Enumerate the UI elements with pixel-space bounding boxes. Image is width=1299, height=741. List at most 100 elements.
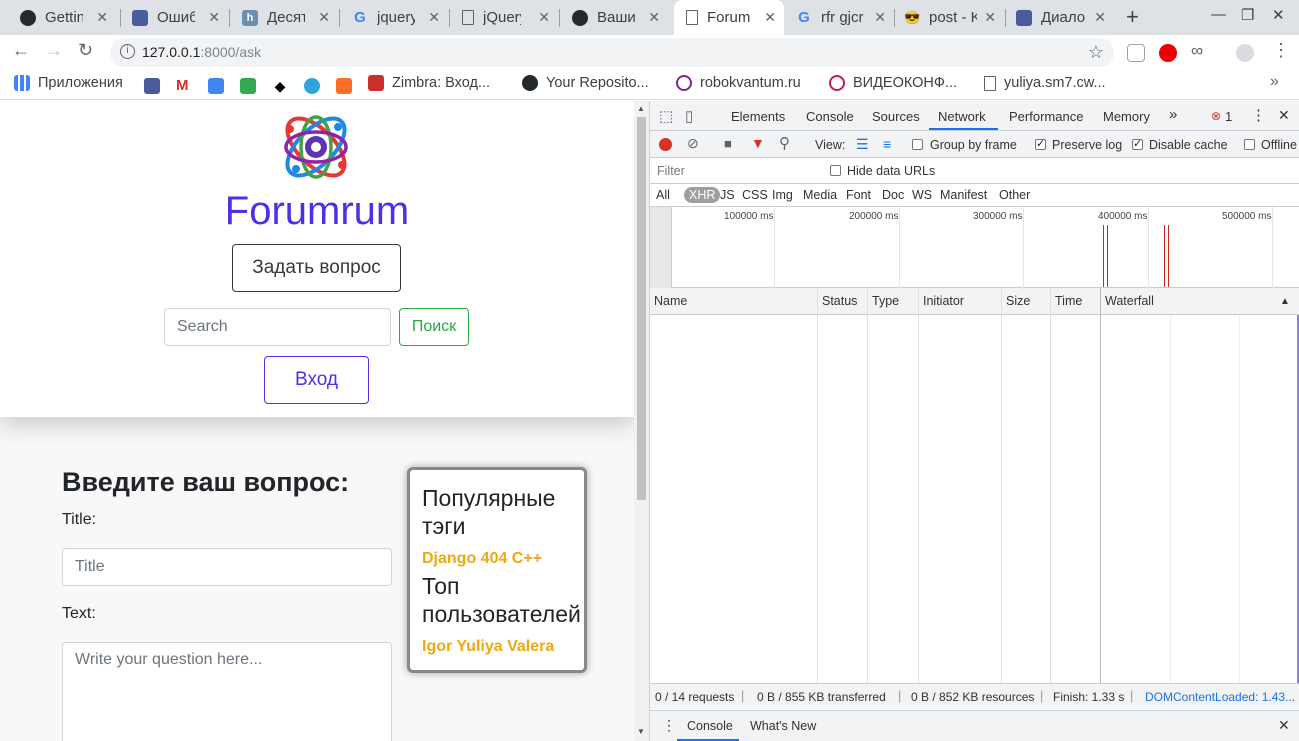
browser-tab[interactable]: h Десять ✕ <box>222 0 338 35</box>
more-bookmarks-icon[interactable]: » <box>1270 73 1279 91</box>
filter-doc[interactable]: Doc <box>882 188 904 202</box>
devtools-tab-console[interactable]: Console <box>806 109 854 124</box>
close-icon[interactable]: ✕ <box>428 9 440 26</box>
filter-manifest[interactable]: Manifest <box>940 188 987 202</box>
browser-tab[interactable]: Getting ✕ <box>0 0 116 35</box>
extension-icon[interactable] <box>1127 44 1145 62</box>
close-icon[interactable]: ✕ <box>984 9 996 26</box>
browser-tab[interactable]: Ошибк ✕ <box>112 0 228 35</box>
filter-css[interactable]: CSS <box>742 188 768 202</box>
back-icon[interactable]: ← <box>12 40 30 61</box>
preserve-log-checkbox[interactable] <box>1035 137 1046 150</box>
column-type[interactable]: Type <box>872 294 899 308</box>
devtools-tab-memory[interactable]: Memory <box>1103 109 1150 124</box>
browser-tab-active[interactable]: Forum ✕ <box>674 0 784 35</box>
site-info-icon[interactable]: i <box>120 44 135 59</box>
scrollbar-thumb[interactable] <box>637 117 646 500</box>
device-toolbar-icon[interactable]: ▯ <box>685 107 693 125</box>
chat-icon[interactable] <box>144 78 160 94</box>
inspect-element-icon[interactable]: ⬚ <box>659 107 673 125</box>
filter-img[interactable]: Img <box>772 188 793 202</box>
filter-all[interactable]: All <box>656 188 670 202</box>
filter-media[interactable]: Media <box>803 188 837 202</box>
reload-icon[interactable]: ↻ <box>78 40 93 61</box>
hide-data-urls-checkbox[interactable] <box>830 165 841 176</box>
devtools-tab-network[interactable]: Network <box>938 109 986 124</box>
close-icon[interactable]: ✕ <box>1094 9 1106 26</box>
search-button[interactable]: Поиск <box>399 308 469 346</box>
ask-question-button[interactable]: Задать вопрос <box>232 244 401 292</box>
sort-ascending-icon[interactable]: ▲ <box>1280 296 1290 307</box>
column-initiator[interactable]: Initiator <box>923 294 964 308</box>
filter-ws[interactable]: WS <box>912 188 932 202</box>
top-users-list[interactable]: Igor Yuliya Valera <box>422 638 554 656</box>
filter-xhr[interactable]: XHR <box>684 187 721 203</box>
telegram-icon[interactable] <box>304 78 320 94</box>
close-devtools-icon[interactable]: ✕ <box>1278 107 1290 124</box>
bookmark-robokvantum[interactable]: robokvantum.ru <box>676 75 801 91</box>
address-bar[interactable]: i 127.0.0.1:8000/ask ☆ <box>110 38 1114 67</box>
minimize-icon[interactable]: — <box>1211 6 1226 23</box>
browser-tab[interactable]: G jquery ✕ <box>332 0 448 35</box>
restore-icon[interactable]: ❐ <box>1241 6 1254 24</box>
column-time[interactable]: Time <box>1055 294 1082 308</box>
close-drawer-icon[interactable]: ✕ <box>1278 717 1290 734</box>
close-icon[interactable]: ✕ <box>874 9 886 26</box>
infinity-icon[interactable]: ∞ <box>1191 42 1209 61</box>
login-button[interactable]: Вход <box>264 356 369 404</box>
column-status[interactable]: Status <box>822 294 857 308</box>
column-name[interactable]: Name <box>654 294 687 308</box>
close-icon[interactable]: ✕ <box>648 9 660 26</box>
translate-icon[interactable] <box>208 78 224 94</box>
large-rows-icon[interactable]: ☰ <box>856 136 869 153</box>
disable-cache-checkbox[interactable] <box>1132 137 1143 150</box>
more-tabs-icon[interactable]: » <box>1169 106 1177 123</box>
drawer-tab-whats-new[interactable]: What's New <box>750 719 816 733</box>
popular-tags-list[interactable]: Django 404 C++ <box>422 550 542 568</box>
search-icon[interactable]: ⚲ <box>779 134 790 152</box>
close-icon[interactable]: ✕ <box>96 9 108 26</box>
gmail-icon[interactable]: M <box>176 78 192 94</box>
error-icon[interactable]: ⊗ <box>1211 109 1221 123</box>
error-count[interactable]: 1 <box>1225 109 1232 124</box>
kebab-menu-icon[interactable]: ⋮ <box>1272 40 1290 61</box>
filter-other[interactable]: Other <box>999 188 1030 202</box>
browser-tab[interactable]: 😎 post - K ✕ <box>894 0 1004 35</box>
browser-tab[interactable]: Диало ✕ <box>1004 0 1114 35</box>
group-by-frame-checkbox[interactable] <box>912 139 923 150</box>
close-icon[interactable]: ✕ <box>318 9 330 26</box>
offline-checkbox[interactable] <box>1244 139 1255 150</box>
scroll-up-icon[interactable]: ▲ <box>637 104 645 113</box>
record-icon[interactable] <box>659 138 672 151</box>
overview-selection-handle[interactable] <box>650 207 672 288</box>
filter-js[interactable]: JS <box>720 188 735 202</box>
devtools-tab-performance[interactable]: Performance <box>1009 109 1083 124</box>
filter-icon[interactable]: ▼ <box>751 135 765 151</box>
bookmark-repository[interactable]: Your Reposito... <box>522 75 649 91</box>
avatar[interactable] <box>1236 44 1254 62</box>
diamond-icon[interactable]: ◆ <box>272 78 288 94</box>
close-icon[interactable]: ✕ <box>208 9 220 26</box>
camera-icon[interactable]: ■ <box>724 136 732 151</box>
close-icon[interactable]: ✕ <box>764 9 776 26</box>
search-input[interactable] <box>164 308 391 346</box>
column-waterfall[interactable]: Waterfall <box>1105 294 1154 308</box>
devtools-tab-sources[interactable]: Sources <box>872 109 920 124</box>
maps-icon[interactable] <box>240 78 256 94</box>
gitlab-icon[interactable] <box>336 78 352 94</box>
bookmark-apps[interactable]: Приложения <box>14 75 123 91</box>
site-brand[interactable]: Forumrum <box>0 189 634 234</box>
question-textarea[interactable] <box>62 642 392 741</box>
scroll-down-icon[interactable]: ▼ <box>637 727 645 736</box>
forward-icon[interactable]: → <box>45 40 63 61</box>
filter-font[interactable]: Font <box>846 188 871 202</box>
clear-icon[interactable]: ⊘ <box>687 135 699 152</box>
devtools-tab-elements[interactable]: Elements <box>731 109 785 124</box>
browser-tab[interactable]: G rfr gjcr ✕ <box>784 0 894 35</box>
network-filter-input[interactable] <box>654 161 817 181</box>
drawer-tab-console[interactable]: Console <box>687 719 733 733</box>
page-scrollbar[interactable]: ▲ ▼ <box>634 101 649 741</box>
network-overview[interactable]: 100000 ms 200000 ms 300000 ms 400000 ms … <box>650 207 1299 288</box>
bookmark-yuliya[interactable]: yuliya.sm7.cw... <box>984 75 1106 91</box>
browser-tab[interactable]: Ваши ✕ <box>552 0 668 35</box>
